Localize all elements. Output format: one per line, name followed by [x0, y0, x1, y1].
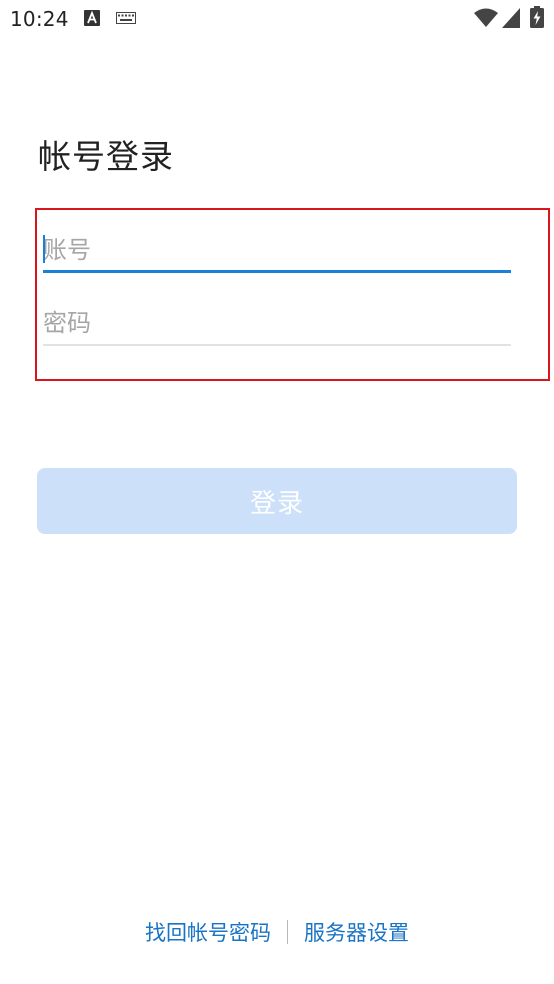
account-underline — [43, 270, 511, 273]
page-title: 帐号登录 — [38, 137, 174, 176]
status-time: 10:24 — [10, 7, 69, 31]
footer-links: 找回帐号密码 服务器设置 — [0, 914, 554, 950]
password-field[interactable] — [43, 300, 511, 346]
password-input[interactable] — [43, 300, 511, 346]
status-bar: 10:24 — [0, 0, 554, 38]
account-field[interactable] — [43, 227, 511, 273]
wifi-icon — [474, 8, 498, 27]
login-button[interactable]: 登录 — [37, 468, 517, 534]
text-cursor — [43, 235, 45, 263]
signal-icon — [502, 8, 520, 28]
keyboard-icon — [116, 12, 136, 24]
footer-divider — [287, 920, 288, 944]
a-notification-icon — [84, 10, 100, 26]
account-input[interactable] — [43, 227, 511, 273]
battery-charging-icon — [530, 6, 544, 28]
server-settings-link[interactable]: 服务器设置 — [304, 917, 409, 947]
login-screen: 10:24 帐号登录 账号 登录 找回帐号密码 服务器设置 — [0, 0, 554, 984]
recover-account-link[interactable]: 找回帐号密码 — [145, 917, 271, 947]
password-underline — [43, 344, 511, 346]
